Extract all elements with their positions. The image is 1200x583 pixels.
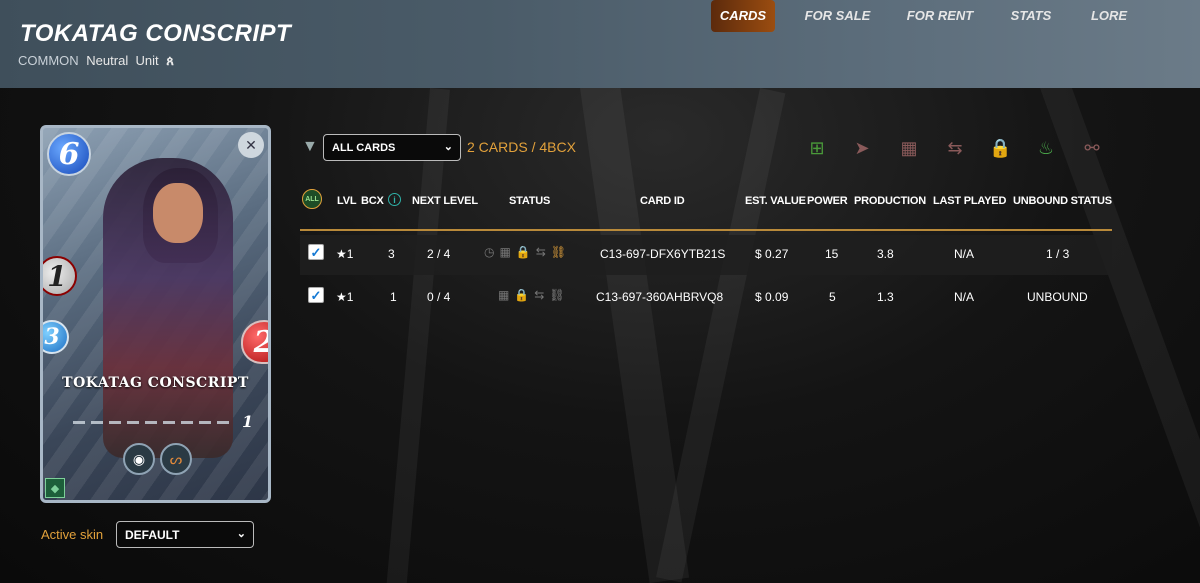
card-level: 1 [242, 412, 254, 431]
market-icon[interactable]: ▦ [898, 136, 920, 160]
cell-est-value: $ 0.09 [755, 290, 789, 304]
table-row[interactable]: ✓ ★1 1 0 / 4 ▦ 🔒 ⇆ ⛓ C13-697-360AHBRVQ8 … [300, 278, 1112, 318]
cell-next-level: 2 / 4 [427, 247, 451, 261]
combine-icon[interactable]: ⊞ [806, 136, 828, 160]
table-header-divider [300, 229, 1112, 231]
unlink-icon[interactable]: ⚯ [1081, 136, 1103, 160]
filter-select-value: ALL CARDS [332, 142, 396, 154]
tab-lore[interactable]: LORE [1085, 0, 1133, 32]
skin-select-value: DEFAULT [125, 528, 180, 542]
link-icon[interactable]: ⛓ [549, 288, 564, 302]
card-name: TOKATAG CONSCRIPT [62, 375, 249, 391]
chevron-down-icon: ⌄ [443, 141, 453, 153]
row-checkbox[interactable]: ✓ [308, 244, 324, 260]
level-progress-bar [73, 421, 233, 424]
transfer-icon: ⇆ [535, 245, 546, 259]
col-header-card-id[interactable]: CARD ID [640, 195, 685, 207]
tab-cards[interactable]: CARDS [711, 0, 775, 32]
cell-last-played: N/A [954, 290, 975, 304]
select-all-button[interactable]: ALL [302, 189, 322, 209]
cell-unbound-status: UNBOUND [1027, 290, 1088, 304]
cell-power: 15 [825, 247, 839, 261]
snake-icon: ᔕ [160, 443, 192, 475]
cell-next-level: 0 / 4 [427, 290, 451, 304]
link-icon[interactable]: ⛓ [551, 245, 566, 259]
col-header-est-value[interactable]: EST. VALUE [745, 195, 806, 207]
filter-icon[interactable]: ▼ [302, 138, 318, 156]
transfer-icon: ⇆ [534, 288, 545, 302]
clock-icon: ◷ [484, 245, 495, 259]
col-header-power[interactable]: POWER [807, 195, 848, 207]
ninja-mask-icon: ◉ [123, 443, 155, 475]
card-count: 2 CARDS / 4BCX [467, 139, 576, 155]
cell-est-value: $ 0.27 [755, 247, 789, 261]
cell-lvl: ★1 [336, 247, 354, 261]
type-label: Unit [135, 53, 159, 68]
col-header-last-played[interactable]: LAST PLAYED [933, 195, 1006, 207]
element-label: Neutral [86, 53, 129, 68]
tab-for-sale[interactable]: FOR SALE [800, 0, 875, 32]
edition-icon: ✕ [238, 132, 264, 158]
col-header-bcx[interactable]: BCX [361, 195, 384, 207]
col-header-lvl[interactable]: LVL [337, 195, 357, 207]
neutral-element-icon: ◆ [45, 478, 65, 498]
col-header-production[interactable]: PRODUCTION [854, 195, 926, 207]
cell-unbound-status: 1 / 3 [1046, 247, 1070, 261]
market-icon: ▦ [498, 288, 510, 302]
cell-bcx: 1 [390, 290, 397, 304]
rarity-label: COMMON [18, 53, 79, 68]
send-icon[interactable]: ➤ [851, 136, 873, 160]
lock-icon: 🔒 [514, 288, 530, 302]
info-icon[interactable]: i [388, 193, 401, 206]
cell-production: 1.3 [877, 290, 894, 304]
market-icon: ▦ [499, 245, 511, 259]
unit-icon: ጰ [166, 53, 174, 68]
lock-icon: 🔒 [515, 245, 531, 259]
chevron-down-icon: ⌄ [236, 528, 246, 540]
row-checkbox[interactable]: ✓ [308, 287, 324, 303]
cell-last-played: N/A [954, 247, 975, 261]
col-header-next-level[interactable]: NEXT LEVEL [412, 195, 478, 207]
card-image: 6 ✕ 1 3 2 TOKATAG CONSCRIPT 1 ◉ ᔕ ◆ [40, 125, 271, 503]
card-filter-select[interactable]: ALL CARDS ⌄ [323, 134, 461, 161]
skin-select[interactable]: DEFAULT ⌄ [116, 521, 254, 548]
mana-orb: 6 [47, 132, 91, 176]
burn-icon[interactable]: ♨ [1035, 136, 1057, 160]
status-icons: ◷ ▦ 🔒 ⇆ ⛓ [484, 245, 566, 259]
tab-stats[interactable]: STATS [1005, 0, 1057, 32]
page-title: TOKATAG CONSCRIPT [20, 20, 292, 47]
cell-production: 3.8 [877, 247, 894, 261]
cell-power: 5 [829, 290, 836, 304]
table-row[interactable]: ✓ ★1 3 2 / 4 ◷ ▦ 🔒 ⇆ ⛓ C13-697-DFX6YTB21… [300, 235, 1112, 275]
col-header-status: STATUS [509, 195, 551, 207]
card-subtitle: COMMON Neutral Unit ጰ [18, 53, 174, 69]
status-icons: ▦ 🔒 ⇆ ⛓ [498, 288, 565, 302]
cell-card-id[interactable]: C13-697-DFX6YTB21S [600, 247, 725, 261]
cell-card-id[interactable]: C13-697-360AHBRVQ8 [596, 290, 723, 304]
tab-for-rent[interactable]: FOR RENT [903, 0, 977, 32]
cell-bcx: 3 [388, 247, 395, 261]
col-header-unbound-status[interactable]: UNBOUND STATUS [1013, 195, 1112, 207]
transfer-icon[interactable]: ⇆ [944, 136, 966, 160]
lock-icon[interactable]: 🔒 [989, 136, 1011, 160]
cell-lvl: ★1 [336, 290, 354, 304]
active-skin-label: Active skin [41, 527, 104, 542]
